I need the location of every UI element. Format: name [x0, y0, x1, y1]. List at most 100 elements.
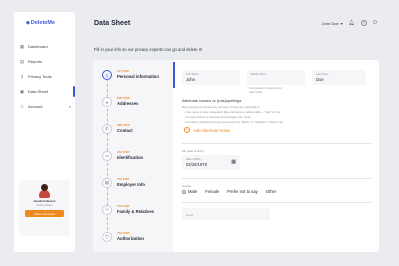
field-value: John	[186, 77, 196, 82]
sidebar-item-label: Reports	[28, 59, 43, 64]
step-contact[interactable]: ✆ 3RD STEP Contact	[102, 122, 174, 138]
sidebar-item-account[interactable]: ☺ Account ▾	[14, 99, 75, 114]
logo-mark-icon: ◆	[26, 20, 30, 26]
step-label: Family & Relatives	[117, 209, 155, 214]
page-title: Data Sheet	[94, 20, 131, 27]
person-icon: ☺	[102, 70, 112, 80]
add-alternate-name-button[interactable]: + Add Alternate Name	[184, 127, 230, 133]
sidebar: ◆ DeleteMe ▦ Dashboard ▤ Reports ⚷ Priva…	[14, 12, 75, 252]
sidebar-item-label: Account	[28, 104, 43, 109]
calendar-icon[interactable]: ▦	[231, 159, 236, 165]
step-label: Identification	[117, 155, 144, 160]
sidebar-item-privacy-tools[interactable]: ⚷ Privacy Tools	[14, 69, 75, 84]
help-icon[interactable]: ?	[361, 20, 368, 26]
gender-label: Gender	[182, 184, 192, 188]
step-number: 3RD STEP	[117, 124, 130, 127]
bell-icon[interactable]: 🔔︎	[349, 20, 355, 26]
intro-text: Fill in your info so our privacy experts…	[94, 47, 202, 52]
alternate-names-bullet: • Your name is often misspelled (like co…	[184, 110, 281, 114]
family-icon: ⚇	[102, 205, 112, 215]
step-identification[interactable]: ▭ 4TH STEP Identification	[102, 149, 174, 165]
divider	[182, 202, 372, 203]
briefcase-icon: ▤	[102, 178, 112, 188]
sidebar-item-label: Data Sheet	[28, 89, 49, 94]
alternate-names-bullet: • You got married or divorced and change…	[184, 115, 251, 119]
privacy-advisor-card: Jennah Anderson Privacy Advisor Make a R…	[19, 180, 70, 236]
active-indicator	[73, 86, 75, 97]
step-number: 7TH STEP	[117, 232, 130, 235]
deleteme-logo[interactable]: ◆ DeleteMe	[26, 20, 55, 26]
alternate-names-bullet: • You had a nickname but your sourced go…	[184, 120, 283, 124]
step-family-relatives[interactable]: ⚇ 6TH STEP Family & Relatives	[102, 203, 174, 219]
divider	[182, 178, 372, 179]
id-card-icon: ▭	[102, 151, 112, 161]
step-personal-information[interactable]: ☺ 1ST STEP Personal information	[102, 68, 174, 84]
email-placeholder: Email	[186, 213, 193, 217]
step-label: Personal information	[117, 74, 159, 79]
field-label: Date of Birth	[186, 158, 201, 161]
step-employer-info[interactable]: ▤ 5TH STEP Employer Info	[102, 176, 174, 192]
step-number: 2ND STEP	[117, 97, 130, 100]
dob-section-label: DR (date of birth)	[182, 149, 204, 153]
avatar	[38, 184, 50, 198]
logo-text: DeleteMe	[30, 20, 56, 26]
document-icon: ▤	[19, 58, 25, 64]
sidebar-item-reports[interactable]: ▤ Reports	[14, 54, 75, 69]
grid-icon: ▦	[19, 43, 25, 49]
gender-option-male[interactable]: Male	[182, 189, 197, 194]
chevron-down-icon: ▾	[69, 104, 71, 109]
step-addresses[interactable]: ⌖ 2ND STEP Addresses	[102, 95, 174, 111]
sidebar-item-label: Dashboard	[28, 44, 48, 49]
step-label: Authorization	[117, 236, 144, 241]
shield-icon: ⛉	[102, 232, 112, 242]
chevron-down-icon: ▾	[340, 20, 343, 26]
step-label: Addresses	[117, 101, 139, 106]
gender-options: Male Female Prefer not to say Other	[182, 189, 276, 194]
last-name-field[interactable]: Last Name Doe	[312, 70, 366, 85]
gender-option-female[interactable]: Female	[205, 189, 219, 194]
location-pin-icon: ⌖	[102, 97, 112, 107]
user-name: John Doe	[321, 20, 339, 26]
logout-icon[interactable]: ⏻	[373, 20, 377, 26]
field-label: Last Name	[316, 73, 329, 76]
plus-icon: +	[184, 127, 190, 133]
first-name-field[interactable]: First Name John	[182, 70, 240, 85]
gender-option-other[interactable]: Other	[266, 189, 276, 194]
field-value: Doe	[316, 77, 324, 82]
top-bar: John Doe ▾ 🔔︎ ? ⏻	[322, 20, 377, 26]
data-sheet-card: ☺ 1ST STEP Personal information ⌖ 2ND ST…	[93, 60, 379, 252]
gender-option-label: Male	[188, 189, 198, 194]
step-label: Employer Info	[117, 182, 145, 187]
field-label: First Name	[186, 73, 199, 76]
advisor-name: Jennah Anderson	[33, 200, 56, 203]
step-number: 4TH STEP	[117, 151, 130, 154]
user-menu[interactable]: John Doe ▾	[322, 21, 343, 26]
key-icon: ⚷	[20, 73, 24, 79]
radio-button[interactable]	[182, 189, 186, 194]
middle-name-hint: best results	[249, 91, 263, 94]
alternate-names-title: Alternate names or (mis)spellings	[182, 98, 242, 103]
sidebar-item-data-sheet[interactable]: ▣ Data Sheet	[14, 84, 75, 99]
middle-name-hint: It's important to enter this for	[249, 87, 282, 90]
email-field[interactable]: Email	[182, 208, 270, 220]
field-label: Middle Name	[251, 73, 267, 76]
sidebar-item-label: Privacy Tools	[28, 74, 52, 79]
add-alternate-name-label: Add Alternate Name	[193, 127, 231, 133]
sidebar-item-dashboard[interactable]: ▦ Dashboard	[14, 39, 75, 54]
step-label: Contact	[117, 128, 133, 133]
make-request-button[interactable]: Make a Request	[25, 210, 64, 217]
step-authorization[interactable]: ⛉ 7TH STEP Authorization	[102, 230, 174, 246]
active-step-indicator	[173, 62, 175, 88]
step-number: 5TH STEP	[117, 178, 130, 181]
divider	[182, 143, 372, 144]
gender-option-prefer-not-to-say[interactable]: Prefer not to say	[227, 189, 258, 194]
field-value: 02/28/1979	[186, 162, 207, 167]
sidebar-nav: ▦ Dashboard ▤ Reports ⚷ Privacy Tools ▣ …	[14, 39, 75, 114]
alternate-names-description: Many people don't know any, but here is …	[182, 105, 260, 109]
advisor-role: Privacy Advisor	[36, 204, 53, 207]
date-of-birth-field[interactable]: Date of Birth 02/28/1979 ▦	[182, 155, 240, 170]
clipboard-icon: ▣	[19, 88, 25, 94]
user-icon: ☺	[19, 104, 25, 109]
middle-name-field[interactable]: Middle Name	[247, 70, 305, 85]
step-number: 6TH STEP	[117, 205, 130, 208]
